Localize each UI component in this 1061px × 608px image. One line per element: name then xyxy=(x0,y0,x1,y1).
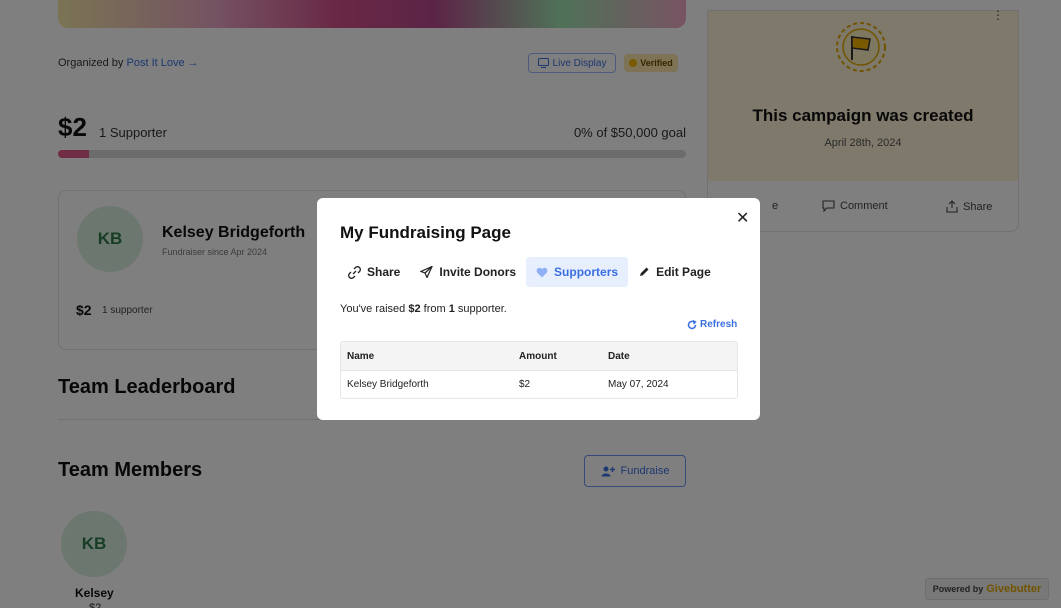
raised-count-bold: 1 xyxy=(448,303,455,315)
send-icon xyxy=(420,266,434,278)
column-header-name: Name xyxy=(347,350,375,362)
tab-edit-page-label: Edit Page xyxy=(656,265,711,279)
tab-share-label: Share xyxy=(367,265,401,279)
raised-mid: from xyxy=(423,303,446,315)
raised-prefix: You've raised xyxy=(340,303,406,315)
heart-icon xyxy=(536,267,548,277)
fundraising-page-modal: ✕ My Fundraising Page Share Invite Donor… xyxy=(317,198,760,420)
close-icon[interactable]: ✕ xyxy=(736,208,749,228)
modal-tabs: Share Invite Donors Supporters Edit Page xyxy=(340,257,721,287)
modal-title: My Fundraising Page xyxy=(340,223,511,242)
supporters-table: Name Amount Date Kelsey Bridgeforth $2 M… xyxy=(340,341,738,399)
link-icon xyxy=(348,265,361,279)
raised-suffix: supporter. xyxy=(457,303,507,315)
cell-amount: $2 xyxy=(519,379,531,390)
table-row: Kelsey Bridgeforth $2 May 07, 2024 xyxy=(341,370,737,398)
tab-edit-page[interactable]: Edit Page xyxy=(628,257,721,287)
tab-supporters-label: Supporters xyxy=(554,265,619,279)
column-header-amount: Amount xyxy=(519,350,557,362)
refresh-icon xyxy=(687,319,697,329)
cell-name: Kelsey Bridgeforth xyxy=(347,379,429,390)
tab-invite-donors-label: Invite Donors xyxy=(439,265,517,279)
refresh-button[interactable]: Refresh xyxy=(687,319,737,330)
tab-share[interactable]: Share xyxy=(340,257,410,287)
tab-invite-donors[interactable]: Invite Donors xyxy=(410,257,526,287)
raised-summary: You've raised $2 from 1 supporter. xyxy=(340,303,507,315)
pencil-icon xyxy=(640,267,649,276)
raised-amount-bold: $2 xyxy=(408,303,421,315)
cell-date: May 07, 2024 xyxy=(608,379,669,390)
tab-supporters[interactable]: Supporters xyxy=(526,257,629,287)
table-header-row: Name Amount Date xyxy=(341,342,737,370)
refresh-label: Refresh xyxy=(700,319,738,330)
column-header-date: Date xyxy=(608,350,630,362)
